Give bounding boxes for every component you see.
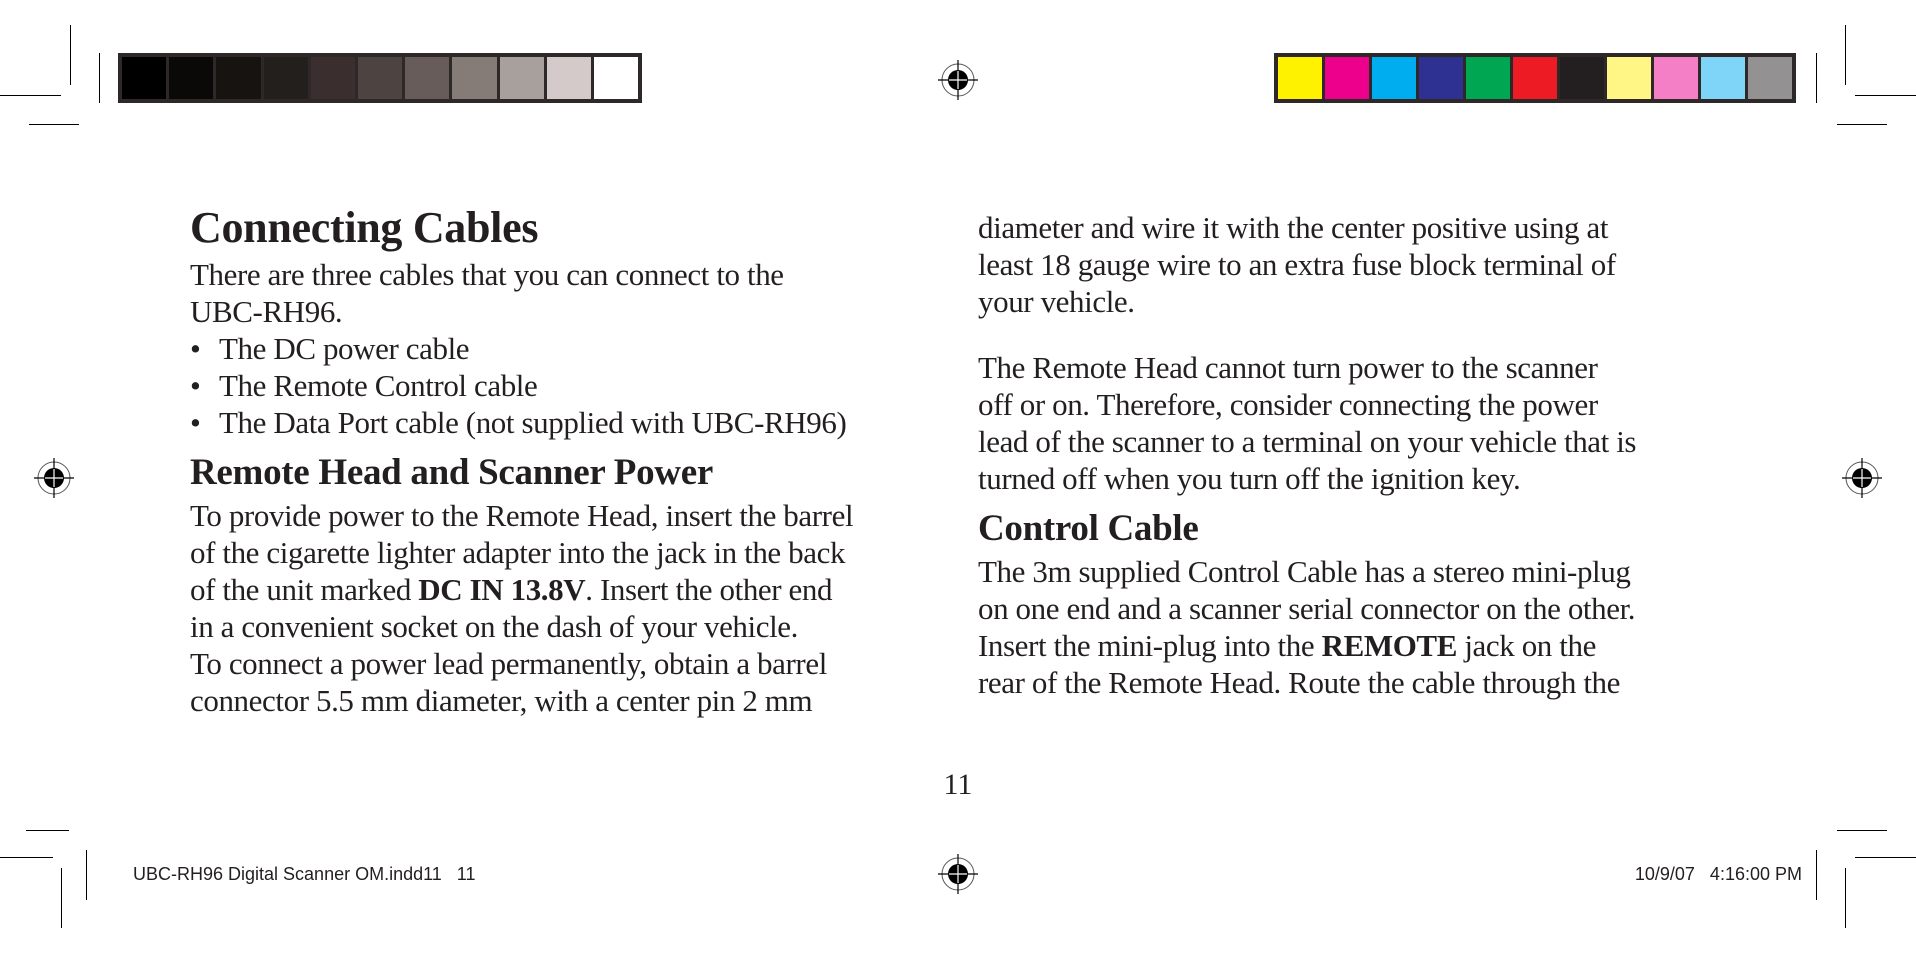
text-line: rear of the Remote Head. Route the cable…	[978, 665, 1621, 700]
crop-mark	[1845, 25, 1846, 85]
color-swatch	[1466, 57, 1510, 99]
crop-mark	[1855, 857, 1916, 858]
bullet-icon: •	[190, 368, 201, 403]
text-line: To connect a power lead permanently, obt…	[190, 646, 827, 681]
ignition-paragraph: The Remote Head cannot turn power to the…	[978, 349, 1738, 497]
color-swatch	[169, 57, 214, 99]
text-line: Insert the mini-plug into the REMOTE jac…	[978, 627, 1738, 664]
right-column: diameter and wire it with the center pos…	[978, 209, 1738, 701]
bullet-icon: •	[190, 405, 201, 440]
text-line: To provide power to the Remote Head, ins…	[190, 498, 854, 533]
crop-mark	[0, 857, 53, 858]
registration-mark-icon	[938, 854, 978, 894]
text-line: of the cigarette lighter adapter into th…	[190, 535, 846, 570]
list-item-text: The Remote Control cable	[219, 368, 538, 403]
text-span: Insert the mini-plug into the	[978, 628, 1322, 663]
text-span: of the unit marked	[190, 572, 419, 607]
color-swatch	[216, 57, 261, 99]
text-span: jack on the	[1456, 628, 1596, 663]
crop-mark	[29, 124, 79, 125]
text-line: connector 5.5 mm diameter, with a center…	[190, 683, 813, 718]
color-swatch	[1372, 57, 1416, 99]
registration-mark-icon	[938, 60, 978, 100]
list-item: • The DC power cable	[190, 330, 950, 367]
text-line: on one end and a scanner serial connecto…	[978, 591, 1636, 626]
crop-mark	[0, 95, 61, 96]
color-swatch	[1419, 57, 1463, 99]
color-swatch	[1748, 57, 1792, 99]
text-line: diameter and wire it with the center pos…	[978, 210, 1609, 245]
crop-mark	[26, 830, 69, 831]
jack-label-bold: DC IN 13.8V	[418, 572, 586, 607]
crop-mark	[1837, 124, 1887, 125]
crop-mark	[1816, 850, 1817, 900]
section-heading: Control Cable	[978, 508, 1199, 549]
page-title: Connecting Cables	[190, 203, 539, 252]
color-swatch	[593, 57, 639, 99]
color-swatch	[1701, 57, 1745, 99]
wiring-paragraph: diameter and wire it with the center pos…	[978, 209, 1738, 320]
color-swatch	[122, 57, 167, 99]
text-span: . Insert the other end	[585, 572, 833, 607]
text-line: lead of the scanner to a terminal on you…	[978, 424, 1637, 459]
section-heading: Remote Head and Scanner Power	[190, 452, 713, 493]
text-line: of the unit marked DC IN 13.8V. Insert t…	[190, 571, 950, 608]
color-swatch	[499, 57, 544, 99]
intro-text: There are three cables that you can conn…	[190, 257, 784, 292]
registration-mark-icon	[34, 458, 74, 498]
crop-mark	[61, 868, 62, 928]
text-line: your vehicle.	[978, 284, 1135, 319]
color-swatch	[1325, 57, 1369, 99]
crop-mark	[99, 53, 100, 103]
color-swatch	[1560, 57, 1604, 99]
text-line: least 18 gauge wire to an extra fuse blo…	[978, 247, 1616, 282]
list-item: • The Data Port cable (not supplied with…	[190, 404, 950, 441]
color-swatch	[405, 57, 450, 99]
cable-list: • The DC power cable • The Remote Contro…	[190, 330, 950, 441]
control-cable-paragraph: The 3m supplied Control Cable has a ster…	[978, 553, 1738, 701]
intro-text: UBC-RH96.	[190, 294, 343, 329]
color-swatch	[263, 57, 308, 99]
color-swatch	[310, 57, 355, 99]
text-line: turned off when you turn off the ignitio…	[978, 461, 1521, 496]
crop-mark	[1855, 95, 1916, 96]
crop-mark	[1845, 868, 1846, 928]
text-line: The 3m supplied Control Cable has a ster…	[978, 554, 1631, 589]
bullet-icon: •	[190, 331, 201, 366]
cmyk-color-bar	[1274, 53, 1796, 103]
list-item: • The Remote Control cable	[190, 367, 950, 404]
registration-mark-icon	[1842, 458, 1882, 498]
color-swatch	[546, 57, 591, 99]
crop-mark	[70, 25, 71, 85]
list-item-text: The DC power cable	[219, 331, 470, 366]
crop-mark	[86, 850, 87, 900]
color-swatch	[452, 57, 497, 99]
text-line: off or on. Therefore, consider connectin…	[978, 387, 1598, 422]
list-item-text: The Data Port cable (not supplied with U…	[219, 405, 847, 440]
color-swatch	[357, 57, 403, 99]
jack-label-bold: REMOTE	[1321, 628, 1458, 663]
text-line: in a convenient socket on the dash of yo…	[190, 609, 799, 644]
crop-mark	[1816, 53, 1817, 103]
print-timestamp: 10/9/07 4:16:00 PM	[1634, 864, 1802, 884]
power-paragraph: To provide power to the Remote Head, ins…	[190, 497, 950, 719]
page-number: 11	[943, 768, 973, 801]
color-swatch	[1513, 57, 1557, 99]
color-swatch	[1654, 57, 1698, 99]
color-swatch	[1278, 57, 1322, 99]
left-column: Connecting Cables There are three cables…	[190, 202, 950, 719]
file-info: UBC-RH96 Digital Scanner OM.indd11 11	[133, 864, 476, 884]
color-swatch	[1607, 57, 1651, 99]
crop-mark	[1837, 830, 1887, 831]
grayscale-color-bar	[118, 53, 642, 103]
text-line: The Remote Head cannot turn power to the…	[978, 350, 1598, 385]
